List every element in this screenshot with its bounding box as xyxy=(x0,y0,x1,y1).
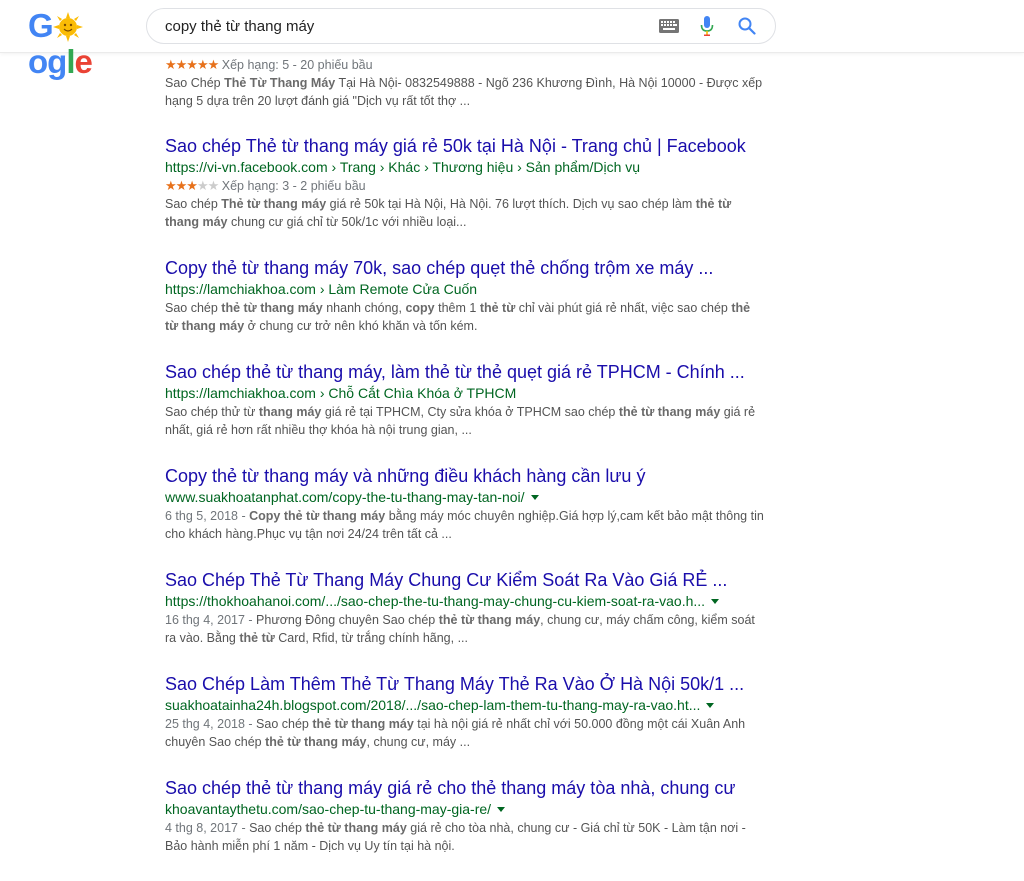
rating-stars-icon: ★★★★★ xyxy=(165,57,219,72)
search-icon[interactable] xyxy=(738,17,756,35)
result-url: suakhoatainha24h.blogspot.com/2018/.../s… xyxy=(165,695,765,715)
search-result-8: Sao chép thẻ từ thang máy giá rẻ cho thẻ… xyxy=(165,777,765,855)
url-dropdown-caret-icon[interactable] xyxy=(497,807,506,812)
result-snippet: Sao chép thử từ thang máy giá rẻ tại TPH… xyxy=(165,405,756,437)
result-snippet: 4 thg 8, 2017 - Sao chép thẻ từ thang má… xyxy=(165,821,746,853)
result-url-text[interactable]: www.suakhoatanphat.com/copy-the-tu-thang… xyxy=(165,489,525,505)
rating-text: Xếp hạng: 3 - 2 phiếu bầu xyxy=(221,179,366,193)
url-dropdown-caret-icon[interactable] xyxy=(706,703,715,708)
result-snippet: Sao chép Thẻ từ thang máy giá rẻ 50k tại… xyxy=(165,197,732,229)
search-input[interactable] xyxy=(165,15,625,37)
result-snippet: 16 thg 4, 2017 - Phương Đông chuyên Sao … xyxy=(165,613,755,645)
result-title-link[interactable]: Sao Chép Làm Thêm Thẻ Từ Thang Máy Thẻ R… xyxy=(165,673,765,695)
result-url[interactable]: https://lamchiakhoa.com › Chỗ Cắt Chìa K… xyxy=(165,383,765,403)
search-result-3: Copy thẻ từ thang máy 70k, sao chép quẹt… xyxy=(165,257,765,335)
result-rating: ★★★★★ Xếp hạng: 5 - 20 phiếu bầu xyxy=(165,56,765,74)
search-result-6: Sao Chép Thẻ Từ Thang Máy Chung Cư Kiểm … xyxy=(165,569,765,647)
result-url: www.suakhoatanphat.com/copy-the-tu-thang… xyxy=(165,487,765,507)
result-title-link[interactable]: Sao chép Thẻ từ thang máy giá rẻ 50k tại… xyxy=(165,135,765,157)
url-dropdown-caret-icon[interactable] xyxy=(711,599,720,604)
result-url: khoavantaythetu.com/sao-chep-tu-thang-ma… xyxy=(165,799,765,819)
keyboard-icon[interactable] xyxy=(659,19,679,33)
search-result-7: Sao Chép Làm Thêm Thẻ Từ Thang Máy Thẻ R… xyxy=(165,673,765,751)
result-title-link[interactable]: Copy thẻ từ thang máy và những điều khác… xyxy=(165,465,765,487)
result-title-link[interactable]: Sao Chép Thẻ Từ Thang Máy Chung Cư Kiểm … xyxy=(165,569,765,591)
sun-doodle-icon xyxy=(52,12,83,42)
result-snippet: 6 thg 5, 2018 - Copy thẻ từ thang máy bằ… xyxy=(165,509,764,541)
result-title-link[interactable]: Sao chép thẻ từ thang máy, làm thẻ từ th… xyxy=(165,361,765,383)
result-url-text[interactable]: khoavantaythetu.com/sao-chep-tu-thang-ma… xyxy=(165,801,491,817)
result-url[interactable]: https://lamchiakhoa.com › Làm Remote Cửa… xyxy=(165,279,765,299)
result-snippet: Sao chép thẻ từ thang máy nhanh chóng, c… xyxy=(165,301,751,333)
result-url-text[interactable]: https://thokhoahanoi.com/.../sao-chep-th… xyxy=(165,593,705,609)
header: Gogle xyxy=(0,0,1024,80)
result-url-text[interactable]: suakhoatainha24h.blogspot.com/2018/.../s… xyxy=(165,697,700,713)
google-doodle-logo[interactable]: Gogle xyxy=(28,8,124,80)
rating-stars-icon: ★★★★★ xyxy=(165,178,219,193)
search-result-1: ★★★★★ Xếp hạng: 5 - 20 phiếu bầu Sao Ché… xyxy=(165,56,765,110)
result-snippet: Sao Chép Thẻ Từ Thang Máy Tại Hà Nội- 08… xyxy=(165,76,763,108)
microphone-icon[interactable] xyxy=(700,16,714,36)
url-dropdown-caret-icon[interactable] xyxy=(530,495,539,500)
result-title-link[interactable]: Copy thẻ từ thang máy 70k, sao chép quẹt… xyxy=(165,257,765,279)
search-result-4: Sao chép thẻ từ thang máy, làm thẻ từ th… xyxy=(165,361,765,439)
result-rating: ★★★★★ Xếp hạng: 3 - 2 phiếu bầu xyxy=(165,177,765,195)
search-result-5: Copy thẻ từ thang máy và những điều khác… xyxy=(165,465,765,543)
search-box[interactable] xyxy=(146,8,776,44)
result-url: https://thokhoahanoi.com/.../sao-chep-th… xyxy=(165,591,765,611)
search-result-2: Sao chép Thẻ từ thang máy giá rẻ 50k tại… xyxy=(165,135,765,231)
rating-text: Xếp hạng: 5 - 20 phiếu bầu xyxy=(221,58,373,72)
result-title-link[interactable]: Sao chép thẻ từ thang máy giá rẻ cho thẻ… xyxy=(165,777,765,799)
result-url[interactable]: https://vi-vn.facebook.com › Trang › Khá… xyxy=(165,157,765,177)
result-snippet: 25 thg 4, 2018 - Sao chép thẻ từ thang m… xyxy=(165,717,746,749)
